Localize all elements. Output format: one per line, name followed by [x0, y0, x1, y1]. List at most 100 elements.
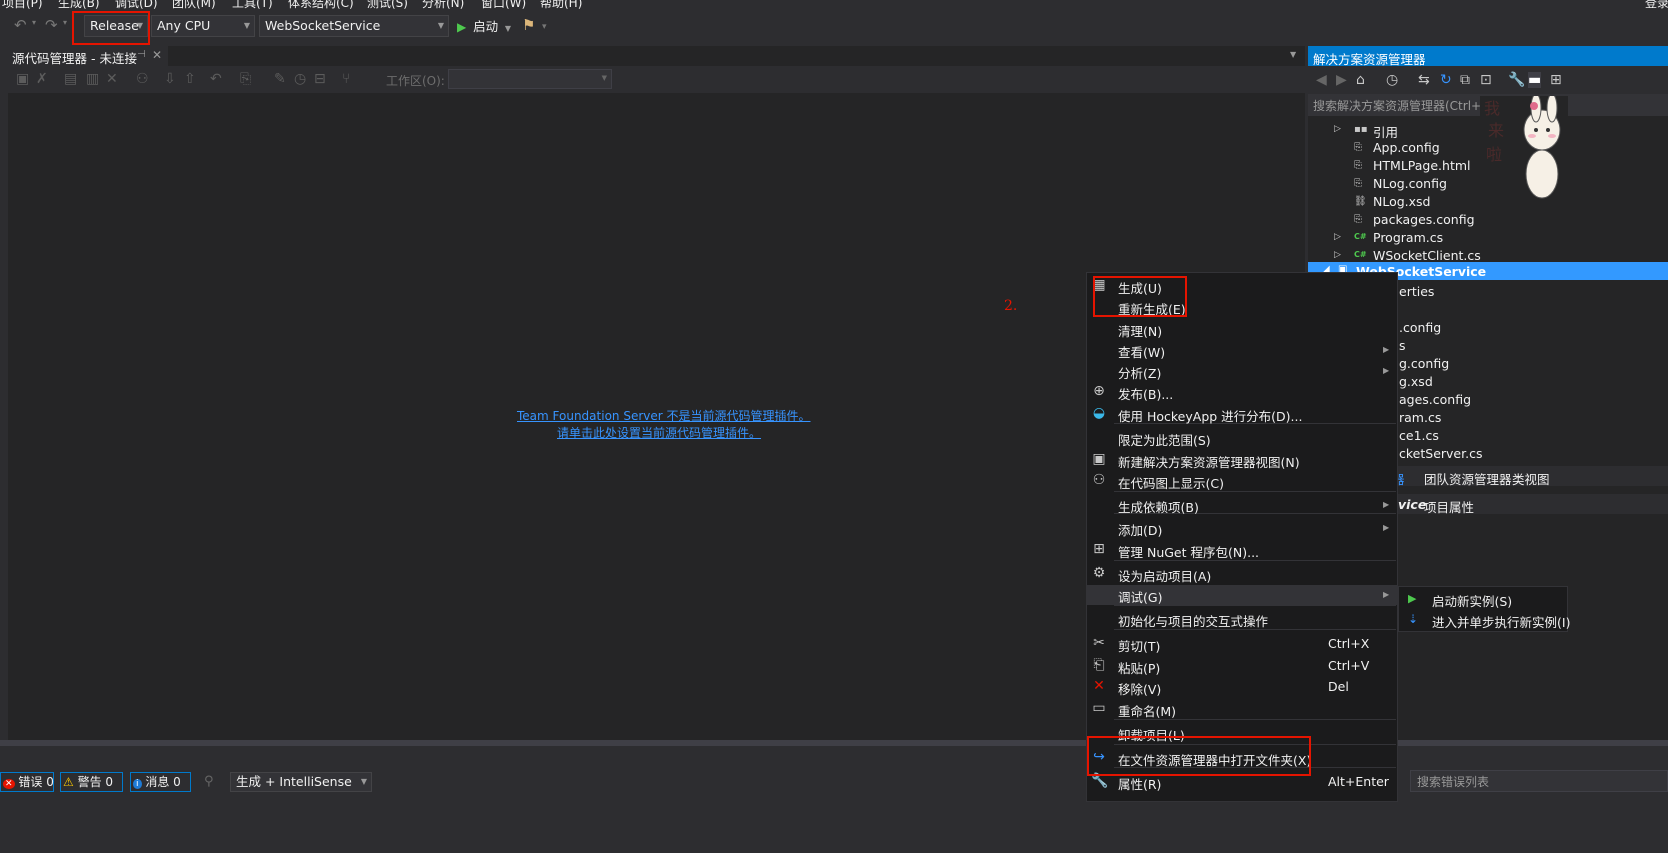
context-menu-item[interactable]: 初始化与项目的交互式操作	[1118, 611, 1268, 630]
messages-filter-button[interactable]: i 消息 0	[130, 772, 191, 792]
filter-icon[interactable]: ⚲	[204, 774, 214, 789]
expander-closed-icon[interactable]: ▷	[1334, 232, 1341, 242]
context-menu-item[interactable]: 清理(N)	[1118, 321, 1162, 340]
tree-item[interactable]: Program.cs	[1373, 230, 1443, 245]
tab-class-view[interactable]: 类视图	[1512, 469, 1550, 488]
context-menu-item[interactable]: 剪切(T)	[1118, 636, 1160, 655]
context-menu-item[interactable]: 使用 HockeyApp 进行分布(D)...	[1118, 406, 1302, 425]
tree-item[interactable]: s	[1399, 338, 1406, 353]
tree-item[interactable]: cketServer.cs	[1399, 446, 1482, 461]
tree-item[interactable]: NLog.xsd	[1373, 194, 1431, 209]
tree-item[interactable]: ages.config	[1399, 392, 1471, 407]
set-plugin-link[interactable]: 请单击此处设置当前源代码管理插件。	[557, 424, 761, 441]
tree-item[interactable]: 引用	[1373, 122, 1398, 141]
expander-closed-icon[interactable]: ▷	[1334, 124, 1341, 134]
tree-item[interactable]: App.config	[1373, 140, 1440, 155]
map-icon[interactable]: ⚇	[136, 71, 149, 87]
refresh-icon[interactable]: ↻	[1440, 72, 1452, 88]
workspace-dropdown[interactable]: ▼	[448, 69, 612, 89]
context-menu-item[interactable]: 属性(R)	[1118, 774, 1161, 793]
tree-item[interactable]: WSocketClient.cs	[1373, 248, 1481, 263]
context-menu-item[interactable]: 限定为此范围(S)	[1118, 430, 1211, 449]
tree-item[interactable]: .config	[1399, 320, 1441, 335]
errors-filter-button[interactable]: ✕ 错误 0	[0, 772, 54, 792]
undo-changes-icon[interactable]: ↶	[210, 71, 222, 87]
close-icon[interactable]: ✕	[152, 48, 162, 62]
error-search-input[interactable]: 搜索错误列表	[1410, 770, 1668, 792]
context-menu-item[interactable]: 发布(B)...	[1118, 384, 1173, 403]
menu-tools[interactable]: 工具(T)	[232, 0, 273, 10]
menu-window[interactable]: 窗口(W)	[481, 0, 526, 10]
new-folder-icon[interactable]: ▤	[64, 71, 77, 87]
undo-icon[interactable]: ↶	[14, 16, 27, 34]
startup-project-dropdown[interactable]: WebSocketService ▼	[259, 15, 449, 37]
add-items-icon[interactable]: ▥	[86, 71, 99, 87]
undo-dropdown-icon[interactable]: ▾	[32, 18, 36, 27]
redo-dropdown-icon[interactable]: ▾	[63, 18, 67, 27]
collapse-all-icon[interactable]: ⧉	[1460, 72, 1470, 88]
sign-in-link[interactable]: 登录	[1645, 0, 1668, 10]
connect-icon[interactable]: ▣	[16, 71, 29, 87]
back-icon[interactable]: ◀	[1316, 72, 1327, 88]
context-menu-item[interactable]: 管理 NuGet 程序包(N)...	[1118, 542, 1259, 561]
tree-item[interactable]: erties	[1399, 284, 1434, 299]
properties-wrench-icon[interactable]: 🔧	[1508, 72, 1525, 88]
view-class-diagram-icon[interactable]: ⊞	[1550, 72, 1562, 88]
compare-icon[interactable]: ⎘	[240, 71, 251, 87]
tfs-not-current-link[interactable]: Team Foundation Server 不是当前源代码管理插件。	[517, 407, 811, 424]
branch-icon[interactable]: ⑂	[342, 71, 350, 87]
menu-analyze[interactable]: 分析(N)	[422, 0, 464, 10]
context-menu-item[interactable]: 粘贴(P)	[1118, 658, 1160, 677]
tree-item[interactable]: HTMLPage.html	[1373, 158, 1471, 173]
forward-icon[interactable]: ▶	[1336, 72, 1347, 88]
context-menu-item[interactable]: 移除(V)	[1118, 679, 1161, 698]
menu-project[interactable]: 项目(P)	[2, 0, 43, 10]
history-icon[interactable]: ◷	[294, 71, 306, 87]
start-button[interactable]: ▶ 启动 ▼	[457, 16, 511, 35]
platform-dropdown[interactable]: Any CPU ▼	[151, 15, 255, 37]
context-menu-item[interactable]: 在代码图上显示(C)	[1118, 473, 1224, 492]
context-menu-item[interactable]: 分析(Z)	[1118, 363, 1161, 382]
menu-build[interactable]: 生成(B)	[58, 0, 100, 10]
disconnect-icon[interactable]: ✗	[36, 71, 48, 87]
menu-team[interactable]: 团队(M)	[172, 0, 216, 10]
tree-item[interactable]: NLog.config	[1373, 176, 1447, 191]
menu-test[interactable]: 测试(S)	[367, 0, 408, 10]
checkin-icon[interactable]: ⇩	[164, 71, 176, 87]
home-icon[interactable]: ⌂	[1356, 72, 1365, 88]
show-all-files-icon[interactable]: ⊡	[1480, 72, 1492, 88]
preview-icon[interactable]: ▬	[1528, 72, 1542, 88]
checkout-icon[interactable]: ⇧	[184, 71, 196, 87]
context-menu-item[interactable]: 生成依赖项(B)	[1118, 497, 1199, 516]
toolbar-overflow-icon[interactable]: ▾	[542, 22, 547, 32]
menu-debug[interactable]: 调试(D)	[115, 0, 158, 10]
warnings-filter-button[interactable]: ⚠ 警告 0	[60, 772, 123, 792]
expander-closed-icon[interactable]: ▷	[1334, 250, 1341, 260]
context-menu-item[interactable]: 添加(D)	[1118, 520, 1162, 539]
pending-changes-filter-icon[interactable]: ◷	[1386, 72, 1398, 88]
tree-item[interactable]: packages.config	[1373, 212, 1475, 227]
find-in-files-icon[interactable]: ⚑	[522, 16, 535, 34]
menu-help[interactable]: 帮助(H)	[540, 0, 582, 10]
error-source-dropdown[interactable]: 生成 + IntelliSense ▼	[230, 772, 372, 792]
menu-architecture[interactable]: 体系结构(C)	[288, 0, 354, 10]
tree-item[interactable]: g.config	[1399, 356, 1449, 371]
pin-icon[interactable]: ⊣	[137, 49, 146, 60]
sync-icon[interactable]: ⇆	[1418, 72, 1430, 88]
tree-item[interactable]: ram.cs	[1399, 410, 1441, 425]
annotate-icon[interactable]: ✎	[274, 71, 286, 87]
window-menu-icon[interactable]: ▼	[1290, 50, 1296, 59]
shelve-icon[interactable]: ⊟	[314, 71, 326, 87]
submenu-step-into-new-instance[interactable]: 进入并单步执行新实例(I)	[1432, 612, 1570, 631]
redo-icon[interactable]: ↷	[45, 16, 58, 34]
context-menu-item[interactable]: 重命名(M)	[1118, 701, 1176, 720]
context-menu-item[interactable]: 查看(W)	[1118, 342, 1165, 361]
tree-item[interactable]: g.xsd	[1399, 374, 1433, 389]
tab-team-explorer[interactable]: 团队资源管理器	[1424, 469, 1512, 488]
delete-icon[interactable]: ✕	[106, 71, 118, 87]
submenu-start-new-instance[interactable]: 启动新实例(S)	[1432, 591, 1512, 610]
context-menu-item[interactable]: 新建解决方案资源管理器视图(N)	[1118, 452, 1300, 471]
context-menu-item[interactable]: 设为启动项目(A)	[1118, 566, 1211, 585]
tree-item[interactable]: ce1.cs	[1399, 428, 1439, 443]
context-menu-item[interactable]: 调试(G)	[1118, 587, 1162, 606]
